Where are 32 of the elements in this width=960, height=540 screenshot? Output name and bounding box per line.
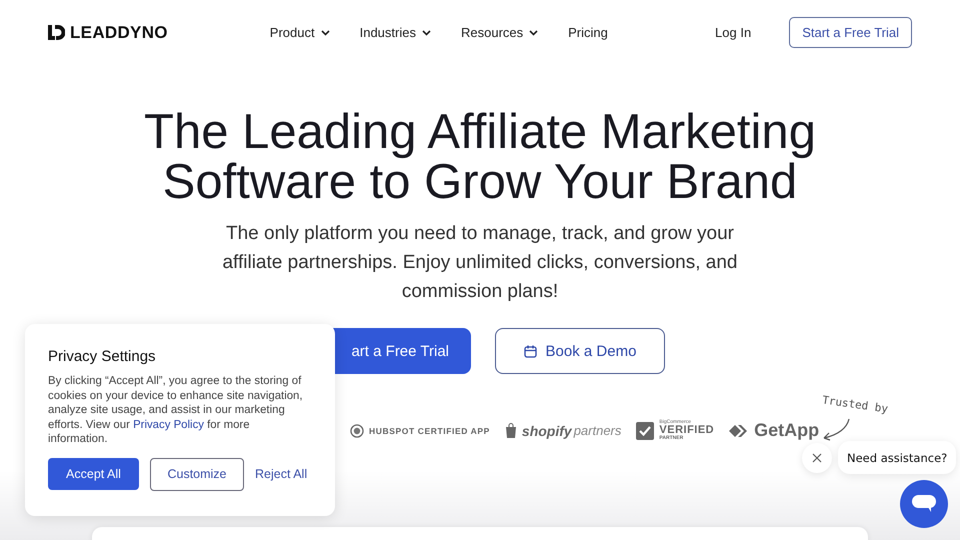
nav-link[interactable]: Pricing (568, 25, 608, 40)
shopping-bag-icon (504, 423, 517, 438)
partner-logo-text: GetApp (754, 420, 820, 441)
close-icon (812, 453, 822, 463)
calendar-icon (524, 344, 537, 358)
partner-logo-text: HUBSPOT CERTIFIED APP (369, 426, 490, 436)
customize-button[interactable]: Customize (150, 458, 244, 491)
nav-link[interactable]: Industries (360, 25, 431, 40)
hero-subtitle: The only platform you need to manage, track, and grow your affiliate partnerships. Enjoy unlimited clicks, conversions, and commission plans! (221, 222, 738, 304)
reject-link[interactable]: Reject All (255, 467, 308, 482)
chevrons-icon (729, 424, 750, 436)
trial-button[interactable]: Start a Free Trial (789, 17, 912, 48)
logo-text[interactable]: LEADDYNO (70, 22, 168, 42)
partner-logo-text: VERIFIED (659, 425, 714, 436)
checkbox-icon (636, 422, 654, 440)
chat-bubble[interactable]: Need assistance? (838, 441, 956, 474)
chat-icon (912, 495, 936, 513)
close-button[interactable] (802, 443, 832, 473)
accept-button[interactable]: Accept All (48, 458, 139, 490)
partner-logo-text: shopify (522, 422, 572, 438)
logo-icon (48, 25, 65, 40)
handwritten-note: Trusted by (821, 393, 889, 416)
badge-icon (350, 424, 364, 438)
nav-link[interactable]: Resources (460, 25, 538, 40)
dialog-text: By clicking “Accept All”, you agree to the storing of cookies on your device to enhance site navigation, analyze site usage, and assist in our marketing efforts. View our Privacy Policy for more information. (48, 374, 304, 447)
privacy-policy-link[interactable]: Privacy Policy (133, 418, 204, 431)
login-link[interactable]: Log In (709, 24, 758, 41)
partner-logo-text: partners (574, 423, 622, 438)
dialog-title: Privacy Settings (48, 348, 157, 365)
hero-title: The Leading Affiliate Marketing Software to Grow Your Brand (144, 107, 816, 207)
nav-link[interactable]: Product (270, 25, 330, 40)
demo-button[interactable]: Book a Demo (495, 328, 665, 374)
